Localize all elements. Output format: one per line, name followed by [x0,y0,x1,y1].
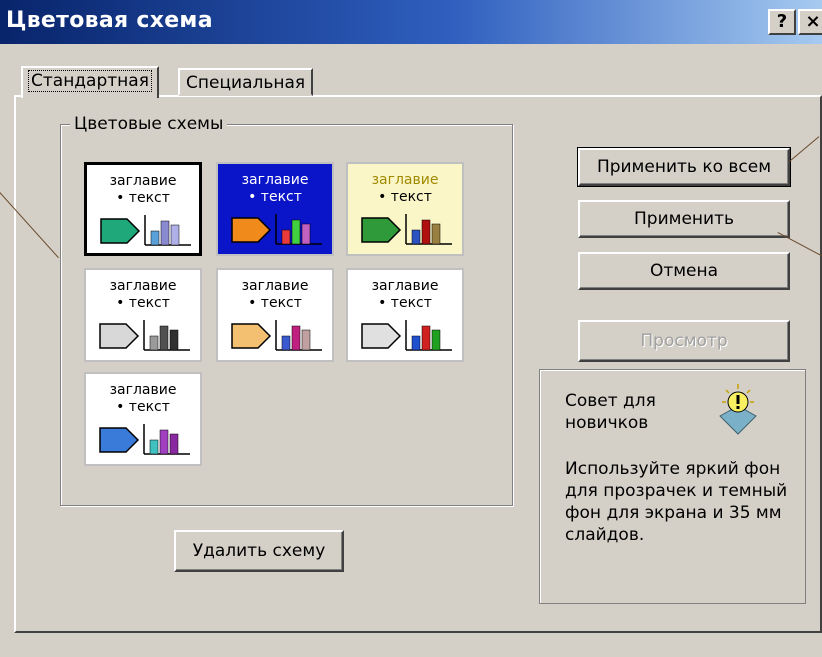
tip-heading: Совет для новичков [565,391,656,433]
scheme-preview-icon [100,215,191,246]
scheme-title: заглавие [371,278,439,294]
scheme-text: • текст [378,189,432,205]
apply-button[interactable]: Применить [578,200,790,238]
color-scheme-4[interactable]: заглавие • текст [84,268,202,362]
dialog-window: Цветовая схема ? × Стандартная Специальн… [0,0,822,657]
scheme-title: заглавие [109,278,177,294]
preview-button[interactable]: Просмотр [578,320,790,362]
tip-body: Используйте яркий фон для прозрачек и те… [565,459,788,545]
scheme-preview-icon [361,214,452,245]
scheme-preview-icon [99,320,190,351]
scheme-text: • текст [248,189,302,205]
cancel-label: Отмена [649,261,719,281]
tab-standard[interactable]: Стандартная [21,66,159,98]
scheme-title: заглавие [371,172,439,188]
tip-box: Совет для новичков Используйте яркий фон… [539,369,806,604]
cancel-button[interactable]: Отмена [578,252,790,290]
apply-label: Применить [634,209,734,229]
color-scheme-3[interactable]: заглавие • текст [346,162,464,256]
scheme-text: • текст [248,295,302,311]
scheme-title: заглавие [241,278,309,294]
tab-custom[interactable]: Специальная [178,68,314,96]
apply-all-button[interactable]: Применить ко всем [577,147,791,187]
close-button[interactable]: × [798,9,822,35]
color-scheme-7[interactable]: заглавие • текст [84,372,202,466]
scheme-title: заглавие [109,173,177,189]
tab-custom-label: Специальная [186,73,306,93]
window-title: Цветовая схема [6,8,213,33]
scheme-text: • текст [116,190,170,206]
color-scheme-6[interactable]: заглавие • текст [346,268,464,362]
scheme-text: • текст [116,295,170,311]
schemes-group-label: Цветовые схемы [70,114,228,134]
delete-scheme-label: Удалить схему [192,541,326,561]
tab-standard-label: Стандартная [28,70,152,92]
preview-label: Просмотр [640,331,728,351]
color-scheme-5[interactable]: заглавие • текст [216,268,334,362]
delete-scheme-button[interactable]: Удалить схему [174,530,344,572]
scheme-text: • текст [116,399,170,415]
color-scheme-1[interactable]: заглавие • текст [84,162,202,256]
lightbulb-icon [719,384,757,435]
scheme-preview-icon [231,320,322,351]
scheme-title: заглавие [241,172,309,188]
apply-all-label: Применить ко всем [596,157,772,177]
color-scheme-2[interactable]: заглавие • текст [216,162,334,256]
help-button[interactable]: ? [768,9,796,35]
scheme-preview-icon [99,424,190,455]
scheme-text: • текст [378,295,432,311]
scheme-preview-icon [361,320,452,351]
title-bar[interactable]: Цветовая схема ? × [0,0,822,44]
scheme-title: заглавие [109,382,177,398]
scheme-preview-icon [231,214,322,245]
